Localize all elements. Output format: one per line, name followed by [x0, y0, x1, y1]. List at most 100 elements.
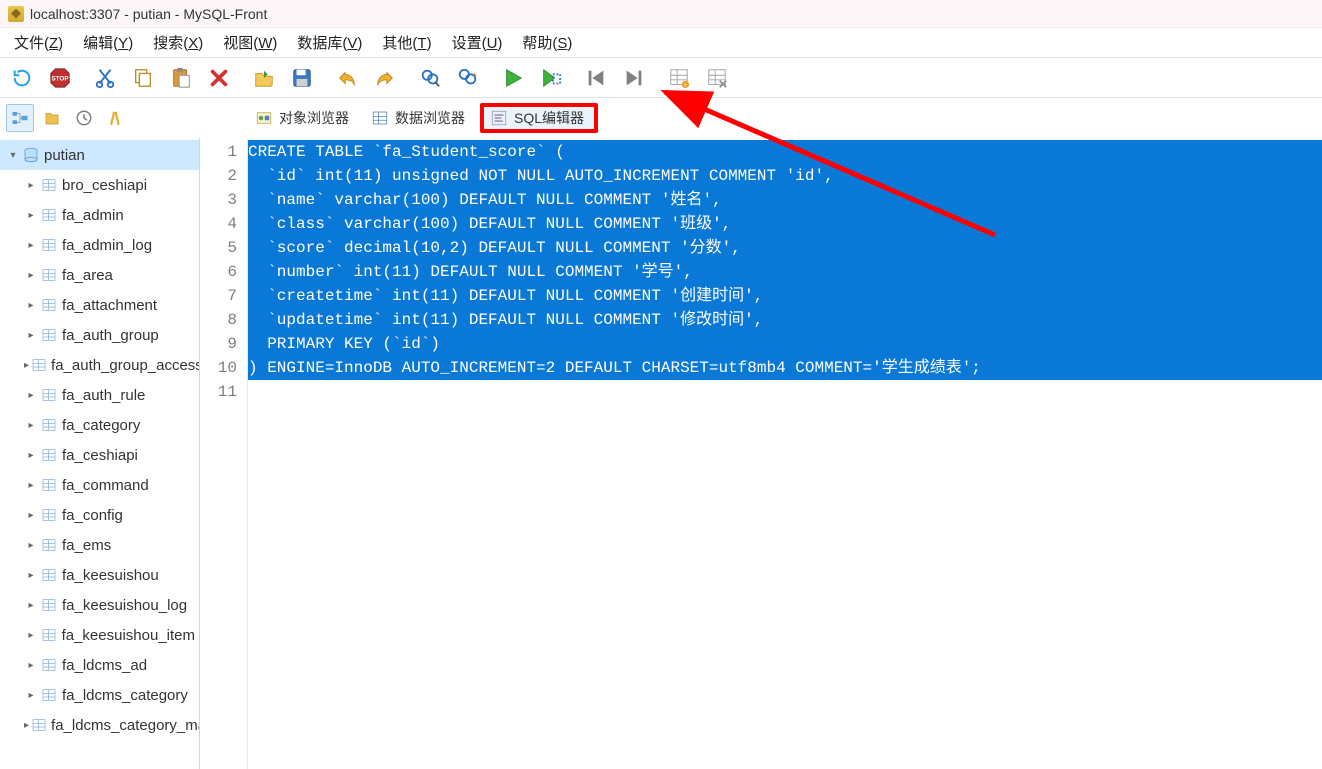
tree-table-node[interactable]: ▸fa_auth_group_access	[0, 350, 199, 380]
open-button[interactable]	[248, 62, 280, 94]
menu-item[interactable]: 编辑(Y)	[75, 29, 143, 56]
expander-icon[interactable]: ▸	[24, 448, 38, 462]
paste-button[interactable]	[165, 62, 197, 94]
tree-table-node[interactable]: ▸ fa_area	[0, 260, 199, 290]
table-icon	[40, 626, 58, 644]
insert-row-button[interactable]: +	[663, 62, 695, 94]
redo-button[interactable]	[369, 62, 401, 94]
expander-icon[interactable]: ▸	[24, 298, 38, 312]
tree-table-label: fa_ldcms_ad	[62, 657, 147, 674]
code-line[interactable]: ) ENGINE=InnoDB AUTO_INCREMENT=2 DEFAULT…	[248, 356, 1322, 380]
menu-item[interactable]: 文件(Z)	[6, 29, 73, 56]
menu-item[interactable]: 设置(U)	[444, 29, 513, 56]
expander-icon[interactable]: ▸	[24, 418, 38, 432]
expander-icon[interactable]: ▸	[24, 508, 38, 522]
menu-item[interactable]: 其他(T)	[374, 29, 441, 56]
expander-icon[interactable]: ▸	[24, 718, 29, 732]
run-selection-button[interactable]	[535, 62, 567, 94]
menu-item[interactable]: 搜索(X)	[145, 29, 213, 56]
cut-button[interactable]	[89, 62, 121, 94]
tree-view-button[interactable]	[6, 104, 34, 132]
main-area: ▾ putian ▸bro_ceshiapi▸fa_admin▸fa_admin…	[0, 138, 1322, 769]
expander-icon[interactable]: ▾	[6, 148, 20, 162]
expander-icon[interactable]: ▸	[24, 268, 38, 282]
expander-icon[interactable]: ▸	[24, 658, 38, 672]
menubar: 文件(Z)编辑(Y)搜索(X)视图(W)数据库(V)其他(T)设置(U)帮助(S…	[0, 28, 1322, 58]
sql-editor-tab[interactable]: SQL编辑器	[480, 103, 598, 133]
tree-table-label: fa_admin_log	[62, 237, 152, 254]
table-icon	[40, 206, 58, 224]
tree-table-node[interactable]: ▸fa_ems	[0, 530, 199, 560]
tree-table-node[interactable]: ▸fa_category	[0, 410, 199, 440]
tree-table-node[interactable]: ▸ fa_ldcms_ad	[0, 650, 199, 680]
code-line[interactable]: `id` int(11) unsigned NOT NULL AUTO_INCR…	[248, 164, 1322, 188]
expander-icon[interactable]: ▸	[24, 328, 38, 342]
code-line[interactable]: PRIMARY KEY (`id`)	[248, 332, 1322, 356]
tree-table-node[interactable]: ▸ fa_admin_log	[0, 230, 199, 260]
code-line[interactable]: `updatetime` int(11) DEFAULT NULL COMMEN…	[248, 308, 1322, 332]
tree-table-node[interactable]: ▸fa_admin	[0, 200, 199, 230]
svg-text:+: +	[684, 82, 688, 89]
tree-table-node[interactable]: ▸fa_auth_rule	[0, 380, 199, 410]
history-button[interactable]	[70, 104, 98, 132]
line-number: 1	[200, 140, 247, 164]
tree-table-node[interactable]: ▸fa_command	[0, 470, 199, 500]
expander-icon[interactable]: ▸	[24, 358, 29, 372]
expander-icon[interactable]: ▸	[24, 178, 38, 192]
run-button[interactable]	[497, 62, 529, 94]
db-tree[interactable]: ▾ putian ▸bro_ceshiapi▸fa_admin▸fa_admin…	[0, 138, 199, 742]
delete-row-button[interactable]	[701, 62, 733, 94]
table-icon	[40, 176, 58, 194]
favorites-button[interactable]	[38, 104, 66, 132]
expander-icon[interactable]: ▸	[24, 598, 38, 612]
object-browser-tab[interactable]: 对象浏览器	[248, 103, 360, 133]
refresh-button[interactable]	[6, 62, 38, 94]
copy-button[interactable]	[127, 62, 159, 94]
processes-button[interactable]	[102, 104, 130, 132]
tree-table-node[interactable]: ▸fa_attachment	[0, 290, 199, 320]
sql-editor-area[interactable]: 1234567891011 CREATE TABLE `fa_Student_s…	[200, 138, 1322, 769]
expander-icon[interactable]: ▸	[24, 388, 38, 402]
code-text[interactable]: CREATE TABLE `fa_Student_score` ( `id` i…	[248, 138, 1322, 769]
tree-table-node[interactable]: ▸fa_keesuishou_log	[0, 590, 199, 620]
table-icon	[40, 326, 58, 344]
expander-icon[interactable]: ▸	[24, 538, 38, 552]
expander-icon[interactable]: ▸	[24, 238, 38, 252]
tree-table-node[interactable]: ▸fa_keesuishou_item	[0, 620, 199, 650]
find-button[interactable]	[414, 62, 446, 94]
code-line[interactable]: `class` varchar(100) DEFAULT NULL COMMEN…	[248, 212, 1322, 236]
db-node-root[interactable]: ▾ putian	[0, 140, 199, 170]
find-replace-button[interactable]	[452, 62, 484, 94]
tree-table-node[interactable]: ▸fa_ldcms_category_map	[0, 710, 199, 740]
expander-icon[interactable]: ▸	[24, 478, 38, 492]
delete-button[interactable]	[203, 62, 235, 94]
menu-item[interactable]: 数据库(V)	[289, 29, 372, 56]
code-line[interactable]	[248, 380, 1322, 404]
stop-button[interactable]: STOP	[44, 62, 76, 94]
code-line[interactable]: `score` decimal(10,2) DEFAULT NULL COMME…	[248, 236, 1322, 260]
data-browser-tab[interactable]: 数据浏览器	[364, 103, 476, 133]
menu-item[interactable]: 帮助(S)	[514, 29, 582, 56]
first-record-button[interactable]	[580, 62, 612, 94]
line-number: 8	[200, 308, 247, 332]
expander-icon[interactable]: ▸	[24, 688, 38, 702]
code-line[interactable]: CREATE TABLE `fa_Student_score` (	[248, 140, 1322, 164]
expander-icon[interactable]: ▸	[24, 208, 38, 222]
code-line[interactable]: `createtime` int(11) DEFAULT NULL COMMEN…	[248, 284, 1322, 308]
tree-table-node[interactable]: ▸fa_ceshiapi	[0, 440, 199, 470]
tree-table-node[interactable]: ▸fa_keesuishou	[0, 560, 199, 590]
tree-table-node[interactable]: ▸bro_ceshiapi	[0, 170, 199, 200]
save-button[interactable]	[286, 62, 318, 94]
menu-item[interactable]: 视图(W)	[215, 29, 287, 56]
table-icon	[40, 236, 58, 254]
undo-button[interactable]	[331, 62, 363, 94]
expander-icon[interactable]: ▸	[24, 628, 38, 642]
expander-icon[interactable]: ▸	[24, 568, 38, 582]
code-line[interactable]: `number` int(11) DEFAULT NULL COMMENT '学…	[248, 260, 1322, 284]
last-record-button[interactable]	[618, 62, 650, 94]
tree-table-node[interactable]: ▸fa_auth_group	[0, 320, 199, 350]
tree-table-node[interactable]: ▸fa_config	[0, 500, 199, 530]
tree-table-node[interactable]: ▸fa_ldcms_category	[0, 680, 199, 710]
code-line[interactable]: `name` varchar(100) DEFAULT NULL COMMENT…	[248, 188, 1322, 212]
tree-table-label: fa_area	[62, 267, 113, 284]
